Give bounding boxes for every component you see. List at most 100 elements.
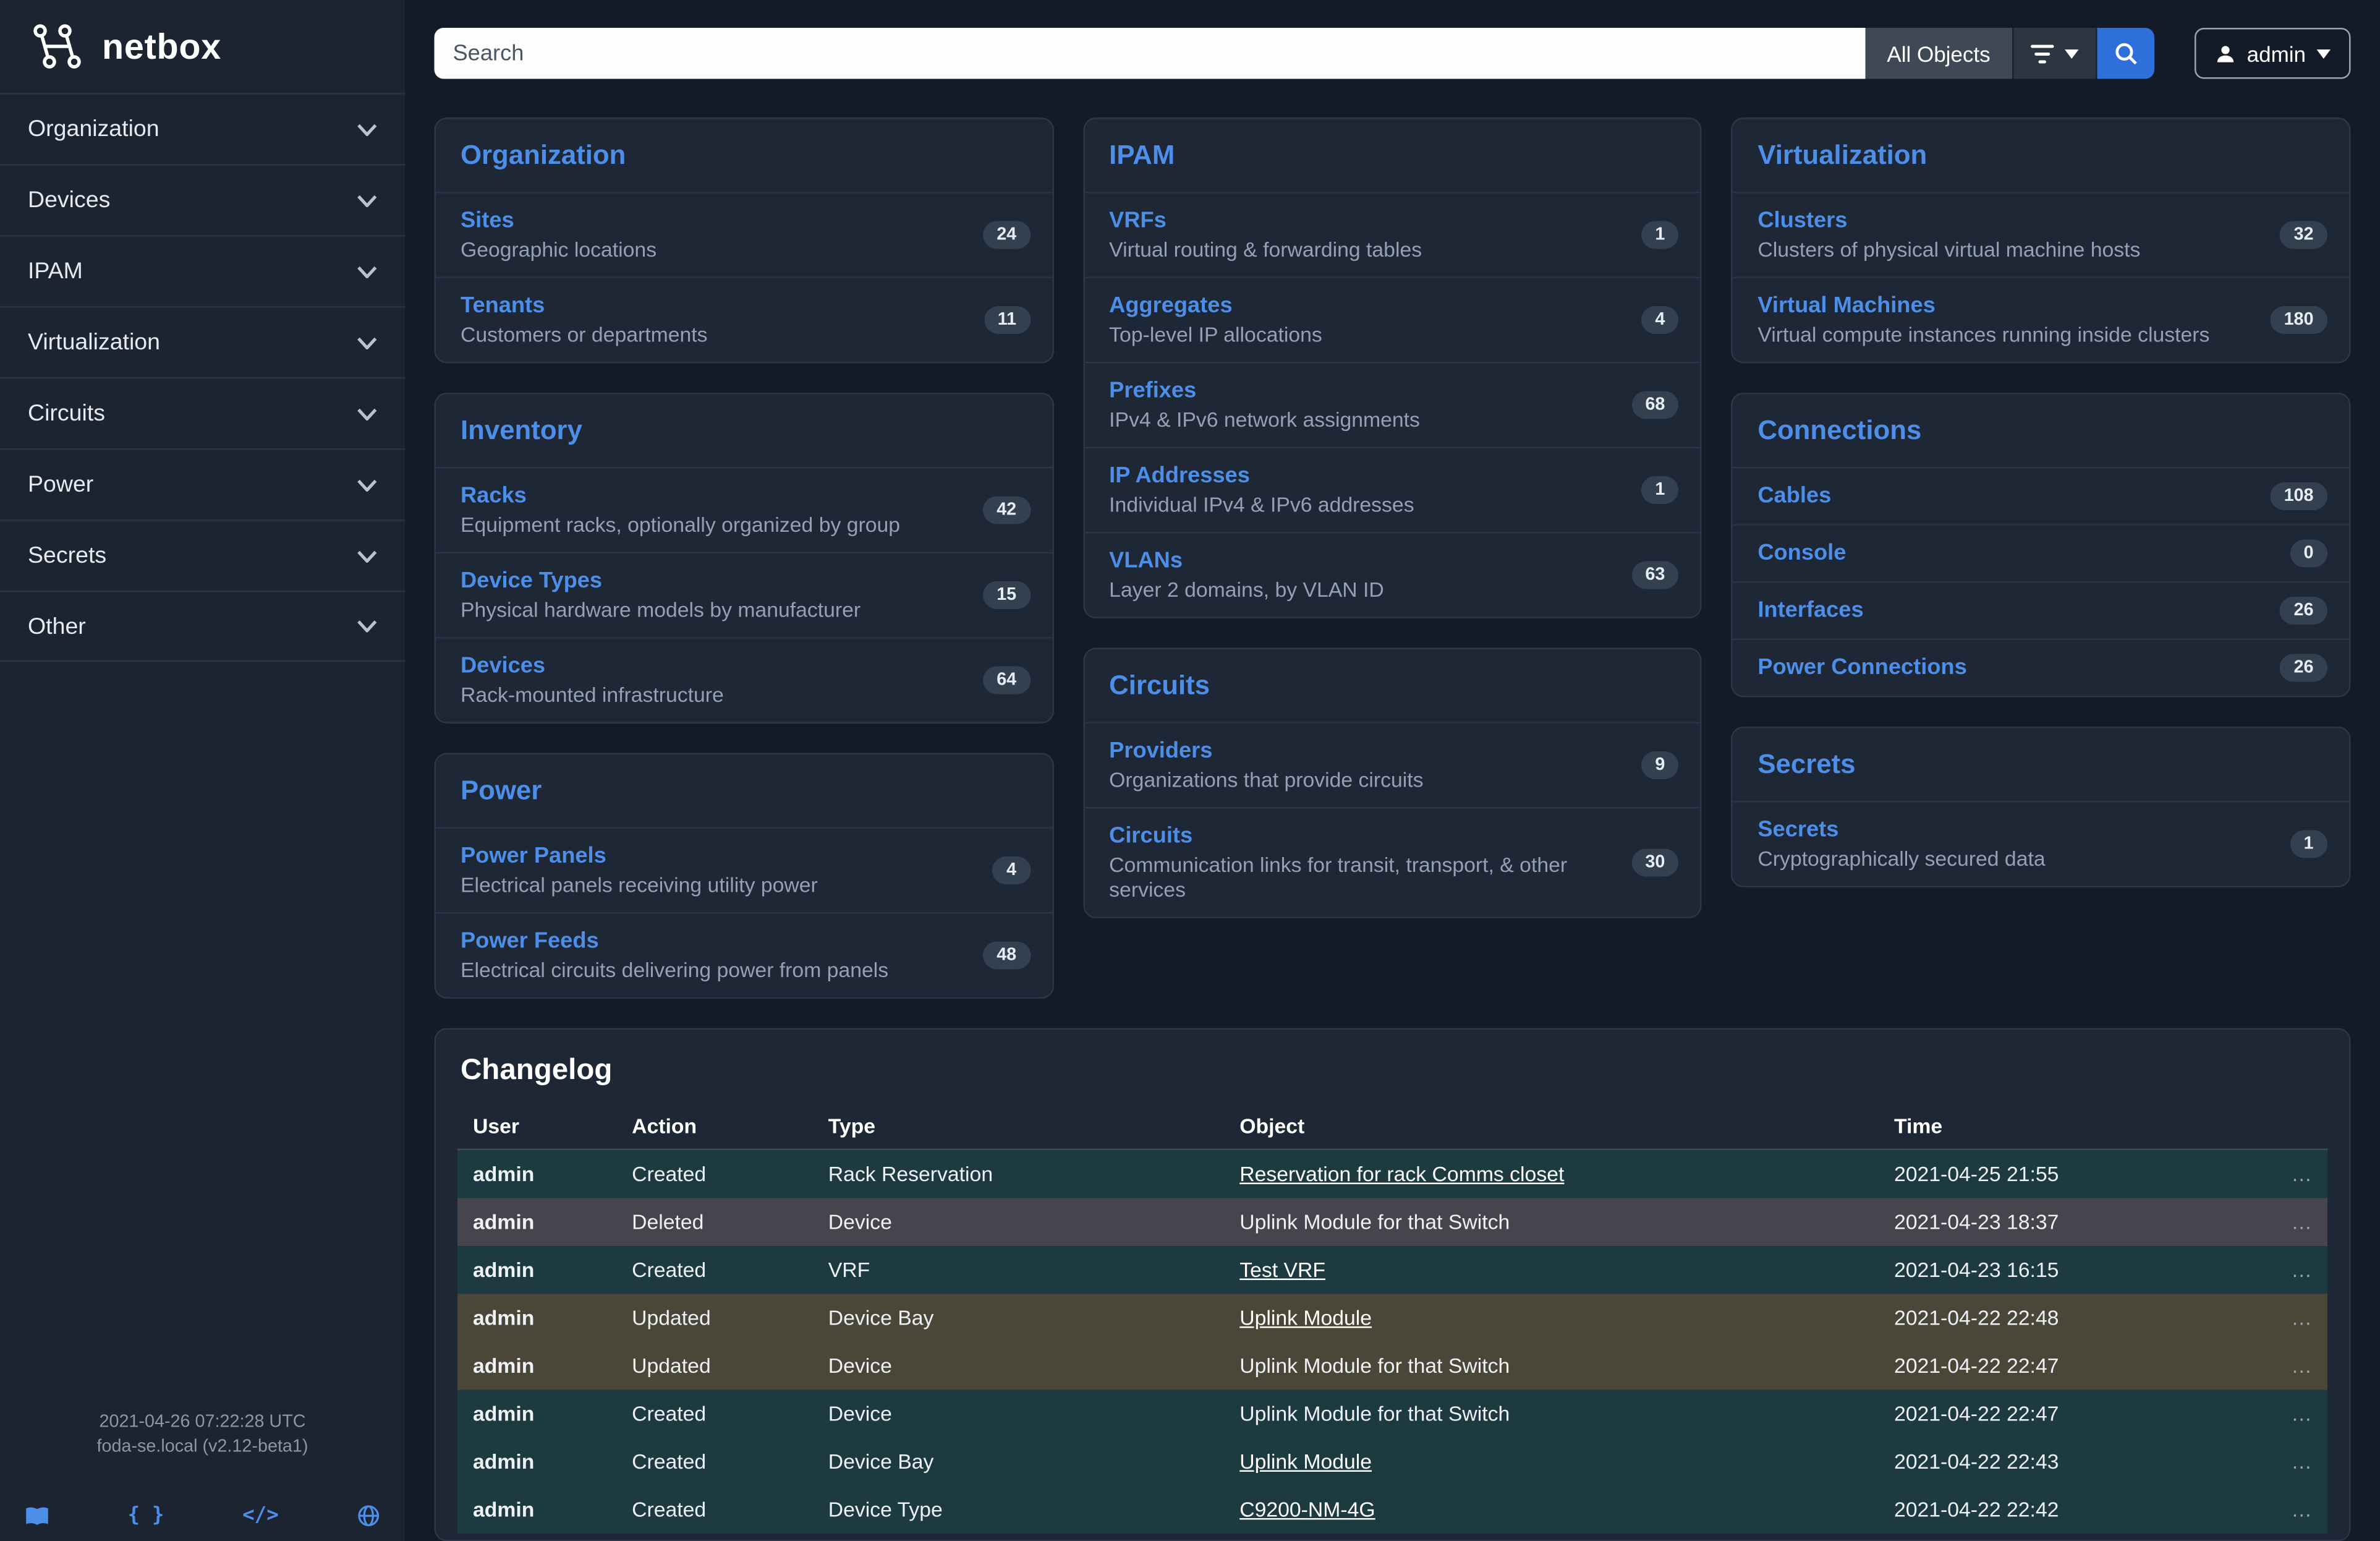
card-item-power-panels: Power PanelsElectrical panels receiving …: [436, 827, 1052, 913]
community-globe-icon[interactable]: [357, 1505, 380, 1528]
item-text: Console: [1757, 540, 2241, 568]
sidebar-item-virtualization[interactable]: Virtualization: [0, 306, 405, 377]
object-cell: Uplink Module for that Switch: [1224, 1390, 1879, 1438]
sidebar-item-other[interactable]: Other: [0, 591, 405, 662]
count-badge[interactable]: 108: [2270, 482, 2327, 510]
chevron-down-icon: [357, 620, 378, 633]
sidebar-item-secrets[interactable]: Secrets: [0, 519, 405, 591]
item-text: Power FeedsElectrical circuits deliverin…: [461, 928, 944, 983]
user-label: admin: [2247, 41, 2306, 66]
count-badge[interactable]: 1: [1641, 476, 1679, 504]
item-link[interactable]: Power Connections: [1757, 655, 1966, 682]
object-link[interactable]: Uplink Module: [1239, 1307, 1372, 1330]
user-cell: admin: [457, 1342, 616, 1390]
count-badge[interactable]: 4: [993, 856, 1031, 884]
changelog-row: adminDeletedDeviceUplink Module for that…: [457, 1198, 2327, 1247]
count-badge[interactable]: 64: [983, 667, 1031, 694]
docs-book-icon[interactable]: [25, 1505, 49, 1527]
item-link[interactable]: Sites: [461, 209, 514, 236]
chevron-down-icon: [357, 479, 378, 491]
brand-home-link[interactable]: netbox: [0, 0, 405, 93]
user-cell: admin: [457, 1294, 616, 1343]
item-link[interactable]: Circuits: [1109, 824, 1192, 851]
sidebar-item-power[interactable]: Power: [0, 448, 405, 519]
object-link[interactable]: C9200-NM-4G: [1239, 1498, 1375, 1522]
count-badge[interactable]: 32: [2280, 221, 2327, 249]
object-type-button[interactable]: All Objects: [1865, 28, 2012, 79]
count-badge[interactable]: 42: [983, 497, 1031, 524]
item-text: Power Connections: [1757, 654, 2241, 682]
changelog-row: adminCreatedDevice TypeC9200-NM-4G2021-0…: [457, 1486, 2327, 1534]
search-input[interactable]: [435, 28, 1866, 79]
item-link[interactable]: Power Panels: [461, 844, 606, 871]
count-badge[interactable]: 68: [1631, 391, 1679, 419]
source-code-icon[interactable]: </>: [242, 1505, 279, 1528]
item-link[interactable]: Power Feeds: [461, 929, 599, 956]
sidebar-item-ipam[interactable]: IPAM: [0, 235, 405, 306]
main-content: All Objects admin: [405, 0, 2380, 1541]
item-link[interactable]: Providers: [1109, 739, 1212, 766]
item-link[interactable]: Interfaces: [1757, 599, 1863, 625]
card-item-circuits: CircuitsCommunication links for transit,…: [1084, 807, 1701, 917]
item-link[interactable]: Tenants: [461, 294, 545, 320]
user-icon: [2214, 43, 2236, 64]
item-description: Geographic locations: [461, 238, 944, 263]
count-badge[interactable]: 48: [983, 942, 1031, 970]
search-filter-dropdown[interactable]: [2012, 28, 2096, 79]
caret-down-icon: [2317, 49, 2331, 58]
card-organization: OrganizationSitesGeographic locations24T…: [435, 117, 1054, 364]
object-cell: Uplink Module: [1224, 1294, 1879, 1343]
item-link[interactable]: Racks: [461, 484, 527, 511]
item-link[interactable]: Device Types: [461, 569, 602, 595]
item-link[interactable]: Cables: [1757, 484, 1831, 511]
object-cell: Test VRF: [1224, 1246, 1879, 1294]
item-link[interactable]: Aggregates: [1109, 294, 1232, 320]
item-link[interactable]: IP Addresses: [1109, 464, 1250, 490]
action-cell: Created: [616, 1246, 813, 1294]
sidebar-item-circuits[interactable]: Circuits: [0, 377, 405, 448]
column-header: Object: [1224, 1104, 1879, 1150]
sidebar: netbox Organization DevicesIPAMVirtualiza…: [0, 0, 405, 1541]
item-link[interactable]: Clusters: [1757, 209, 1847, 236]
row-ellipsis: …: [2253, 1150, 2327, 1198]
item-link[interactable]: Console: [1757, 541, 1846, 568]
count-badge[interactable]: 11: [984, 306, 1030, 334]
count-badge[interactable]: 26: [2280, 654, 2327, 682]
count-badge[interactable]: 1: [1641, 221, 1679, 249]
count-badge[interactable]: 1: [2290, 830, 2327, 858]
object-link[interactable]: Reservation for rack Comms closet: [1239, 1163, 1564, 1186]
count-badge[interactable]: 9: [1641, 751, 1679, 779]
item-link[interactable]: VLANs: [1109, 549, 1183, 576]
count-badge[interactable]: 4: [1641, 306, 1679, 334]
count-badge[interactable]: 63: [1631, 561, 1679, 589]
count-badge[interactable]: 26: [2280, 597, 2327, 625]
sidebar-item-label: Organization: [28, 116, 159, 143]
count-badge[interactable]: 0: [2290, 540, 2327, 568]
count-badge[interactable]: 180: [2270, 306, 2327, 334]
search-button[interactable]: [2096, 28, 2154, 79]
card-column: VirtualizationClustersClusters of physic…: [1732, 117, 2351, 887]
user-menu-button[interactable]: admin: [2195, 28, 2351, 79]
filter-icon: [2031, 44, 2054, 62]
card-inventory: InventoryRacksEquipment racks, optionall…: [435, 393, 1054, 724]
changelog-table: UserActionTypeObjectTime adminCreatedRac…: [457, 1104, 2327, 1534]
item-text: SecretsCryptographically secured data: [1757, 816, 2241, 872]
api-braces-icon[interactable]: { }: [128, 1505, 164, 1528]
count-badge[interactable]: 24: [983, 221, 1031, 249]
row-ellipsis: …: [2253, 1198, 2327, 1247]
object-cell: C9200-NM-4G: [1224, 1486, 1879, 1534]
count-badge[interactable]: 15: [983, 581, 1031, 609]
sidebar-item-organization[interactable]: Organization: [0, 93, 405, 164]
changelog-row: adminCreatedRack ReservationReservation …: [457, 1150, 2327, 1198]
object-link[interactable]: Test VRF: [1239, 1258, 1325, 1282]
item-link[interactable]: VRFs: [1109, 209, 1167, 236]
item-link[interactable]: Virtual Machines: [1757, 294, 1935, 320]
netbox-logo-icon: [28, 23, 87, 70]
object-link[interactable]: Uplink Module: [1239, 1450, 1372, 1474]
sidebar-item-label: Power: [28, 472, 93, 498]
item-link[interactable]: Devices: [461, 654, 545, 681]
sidebar-item-devices[interactable]: Devices: [0, 164, 405, 235]
count-badge[interactable]: 30: [1631, 849, 1679, 877]
item-link[interactable]: Secrets: [1757, 818, 1838, 845]
item-link[interactable]: Prefixes: [1109, 379, 1196, 406]
